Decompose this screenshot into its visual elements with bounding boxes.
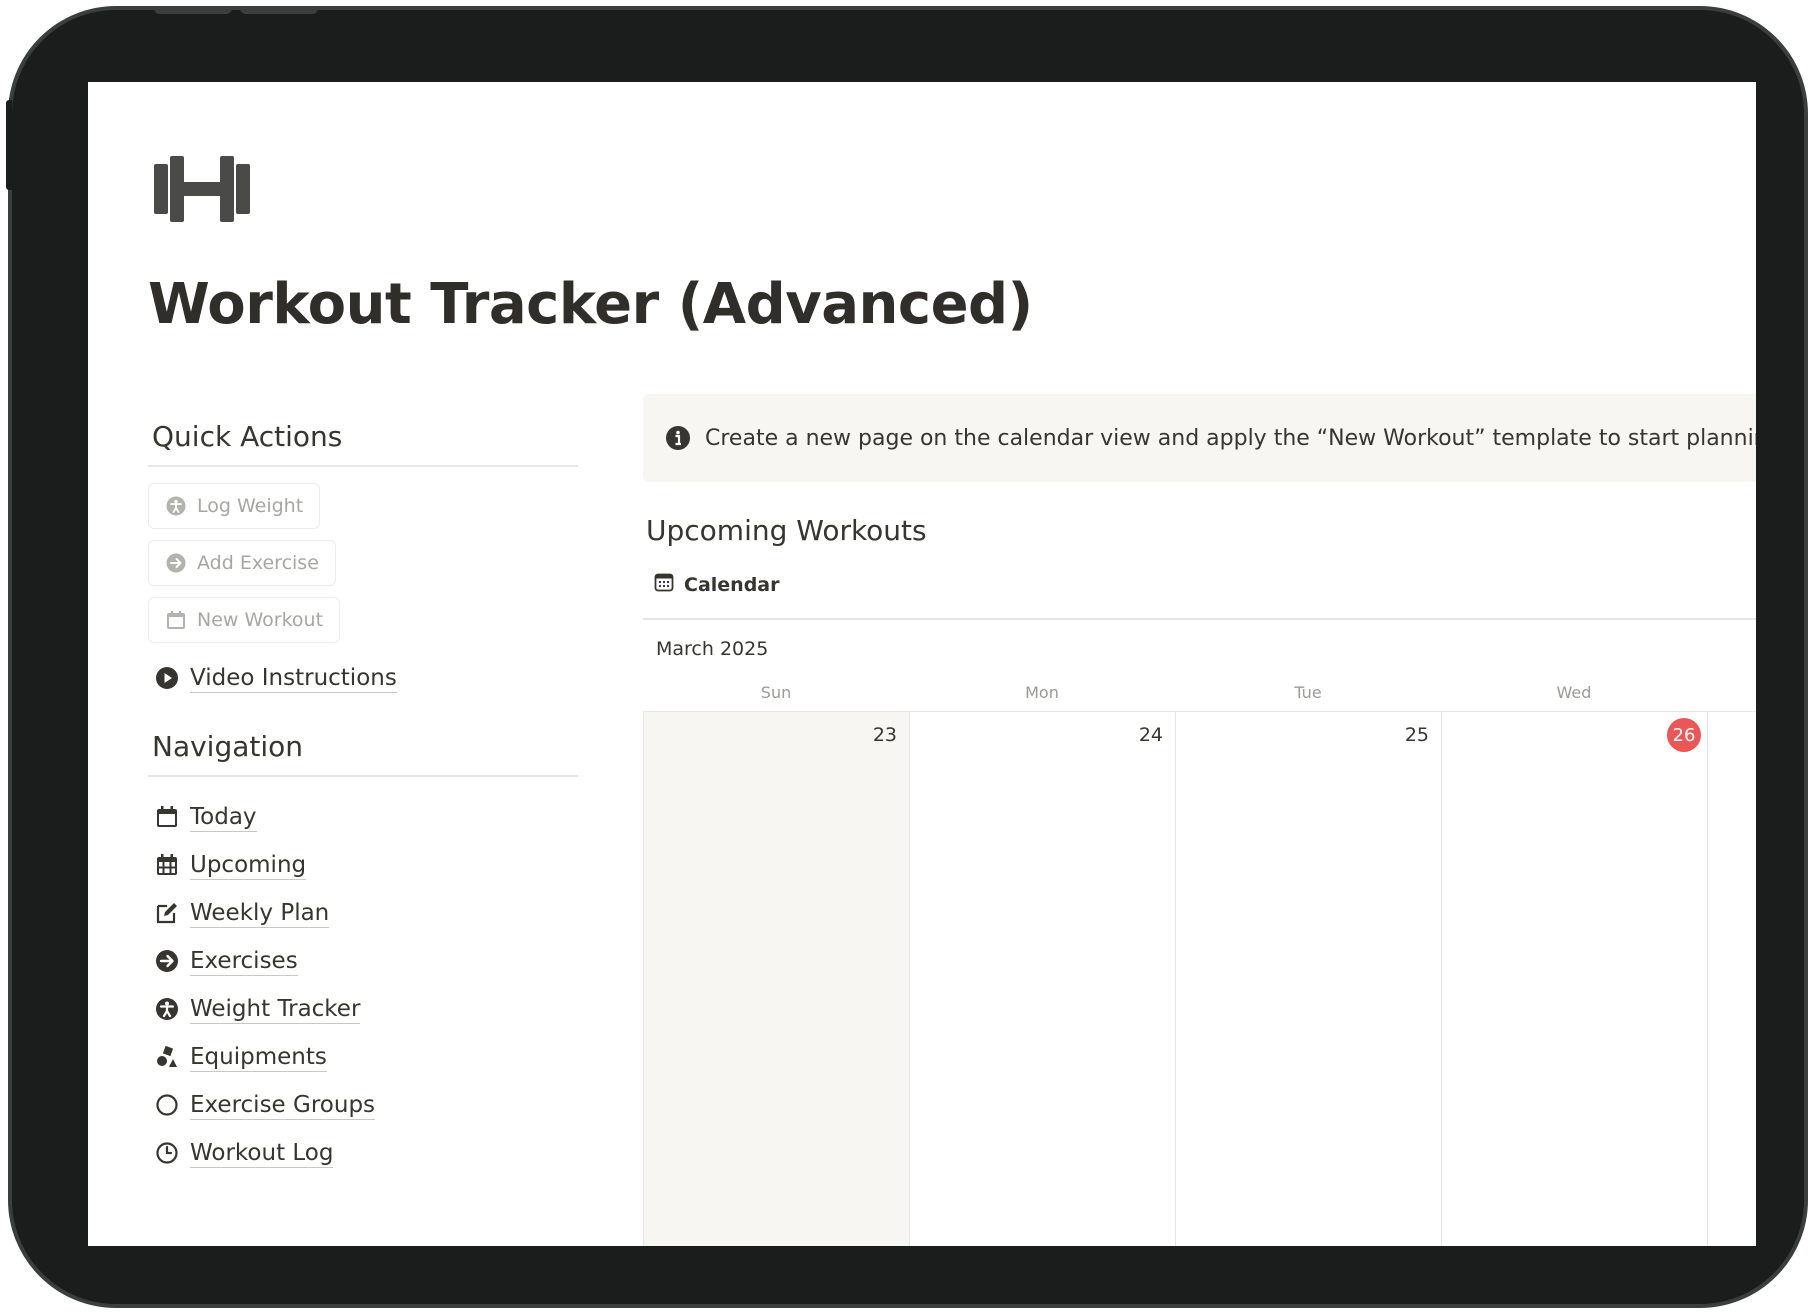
weekday-label: Sun <box>760 683 792 702</box>
add-exercise-button[interactable]: Add Exercise <box>148 540 336 586</box>
calendar-grid-icon <box>154 852 180 878</box>
navigation-section: Navigation Today Upcoming Weekly Plan Ex… <box>148 722 578 1177</box>
month-label: March 2025 <box>656 638 769 660</box>
left-column: Quick Actions Log Weight Add Exercise Ne… <box>148 412 578 1177</box>
video-instructions-label: Video Instructions <box>190 664 397 693</box>
nav-item-workout-log[interactable]: Workout Log <box>148 1129 578 1177</box>
calendar-day-cell[interactable]: 25 <box>1176 712 1442 1246</box>
log-weight-button[interactable]: Log Weight <box>148 483 321 529</box>
arrow-circle-icon <box>165 552 187 574</box>
nav-item-label: Weekly Plan <box>190 899 330 928</box>
day-number: 24 <box>1138 724 1163 746</box>
calendar-grid: Sun Mon Tue Wed 23 24 25 26 <box>643 678 1756 1246</box>
edit-icon <box>154 900 180 926</box>
calendar-day-cell[interactable]: 23 <box>644 712 910 1246</box>
weekday-label: Mon <box>1025 683 1059 702</box>
clock-icon <box>154 1140 180 1166</box>
calendar-header: Sun Mon Tue Wed <box>643 678 1756 712</box>
new-workout-button[interactable]: New Workout <box>148 597 341 643</box>
day-number: 23 <box>872 724 897 746</box>
nav-item-today[interactable]: Today <box>148 793 578 841</box>
nav-item-label: Upcoming <box>190 851 307 880</box>
nav-item-label: Today <box>190 803 257 832</box>
upcoming-workouts-heading: Upcoming Workouts <box>646 514 927 547</box>
divider <box>643 618 1756 620</box>
video-instructions-link[interactable]: Video Instructions <box>148 654 578 702</box>
add-exercise-label: Add Exercise <box>197 552 319 574</box>
nav-item-weekly-plan[interactable]: Weekly Plan <box>148 889 578 937</box>
info-callout: Create a new page on the calendar view a… <box>643 394 1756 482</box>
log-weight-label: Log Weight <box>197 495 304 517</box>
dumbbell-icon <box>154 156 250 222</box>
info-icon <box>665 425 691 451</box>
calendar-day-cell[interactable]: 24 <box>910 712 1176 1246</box>
person-icon <box>154 996 180 1022</box>
weekday-label: Wed <box>1556 683 1592 702</box>
nav-item-exercise-groups[interactable]: Exercise Groups <box>148 1081 578 1129</box>
day-number: 25 <box>1404 724 1429 746</box>
quick-actions-heading: Quick Actions <box>148 412 578 467</box>
nav-item-label: Exercises <box>190 947 298 976</box>
arrow-circle-icon <box>154 948 180 974</box>
weekday-label: Tue <box>1294 683 1322 702</box>
nav-item-weight-tracker[interactable]: Weight Tracker <box>148 985 578 1033</box>
nav-item-label: Weight Tracker <box>190 995 361 1024</box>
quick-actions-list: Log Weight Add Exercise New Workout Vide… <box>148 467 578 702</box>
side-button <box>6 100 12 190</box>
callout-text: Create a new page on the calendar view a… <box>705 425 1756 451</box>
view-tab-label: Calendar <box>684 573 780 596</box>
calendar-day-cell-today[interactable]: 26 <box>1442 712 1708 1246</box>
navigation-list: Today Upcoming Weekly Plan Exercises Wei… <box>148 777 578 1177</box>
calendar-icon <box>165 609 187 631</box>
tablet-frame: Workout Tracker (Advanced) Quick Actions… <box>6 6 1808 1308</box>
nav-item-label: Exercise Groups <box>190 1091 376 1120</box>
calendar-icon <box>154 804 180 830</box>
calendar-icon <box>654 572 674 597</box>
play-circle-icon <box>154 665 180 691</box>
circle-icon <box>154 1092 180 1118</box>
person-icon <box>165 495 187 517</box>
today-badge: 26 <box>1667 718 1701 752</box>
screen: Workout Tracker (Advanced) Quick Actions… <box>88 82 1756 1246</box>
nav-item-upcoming[interactable]: Upcoming <box>148 841 578 889</box>
nav-item-label: Equipments <box>190 1043 327 1072</box>
tab-calendar-view[interactable]: Calendar <box>654 572 779 597</box>
shapes-icon <box>154 1044 180 1070</box>
frame-notch <box>240 6 318 14</box>
nav-item-label: Workout Log <box>190 1139 334 1168</box>
frame-notch <box>154 6 232 14</box>
nav-item-equipments[interactable]: Equipments <box>148 1033 578 1081</box>
nav-item-exercises[interactable]: Exercises <box>148 937 578 985</box>
new-workout-label: New Workout <box>197 609 324 631</box>
calendar-week-row: 23 24 25 26 <box>643 712 1756 1246</box>
navigation-heading: Navigation <box>148 722 578 777</box>
page-title: Workout Tracker (Advanced) <box>148 272 1033 337</box>
